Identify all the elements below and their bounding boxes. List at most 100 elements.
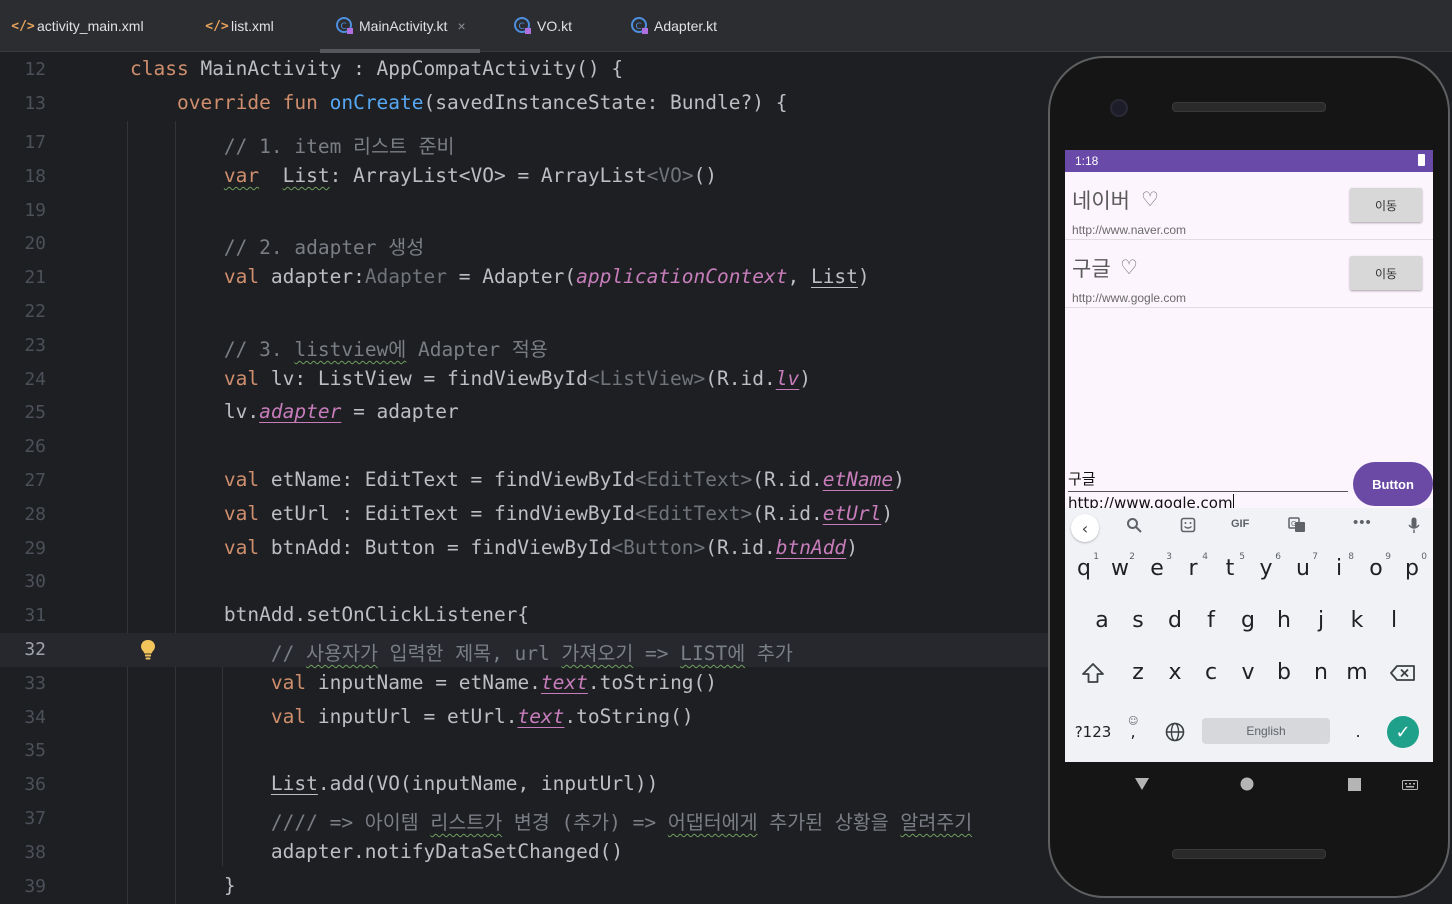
key-o[interactable]: o9 [1359, 547, 1393, 591]
key-a[interactable]: a [1085, 599, 1119, 643]
key-v[interactable]: v [1231, 651, 1265, 695]
heart-icon[interactable]: ♡ [1141, 187, 1159, 211]
line-number[interactable]: 32 [0, 639, 46, 660]
globe-icon[interactable] [1158, 710, 1192, 754]
code-line[interactable]: 37 //// => 아이템 리스트가 변경 (추가) => 어댑터에게 추가된… [0, 802, 1048, 836]
code-line[interactable]: 22 [0, 295, 1048, 329]
line-number[interactable]: 33 [0, 673, 46, 694]
check-icon[interactable]: ✓ [1387, 716, 1419, 748]
code-line[interactable]: 31 btnAdd.setOnClickListener{ [0, 599, 1048, 633]
period-key[interactable]: . [1341, 710, 1375, 754]
space-bar[interactable]: English [1202, 718, 1330, 744]
code-line[interactable]: 24 val lv: ListView = findViewById<ListV… [0, 363, 1048, 397]
tab-list-xml[interactable]: </> list.xml [205, 0, 274, 52]
line-number[interactable]: 25 [0, 402, 46, 423]
code-line[interactable]: 35 [0, 734, 1048, 768]
code-line[interactable]: 12 class MainActivity : AppCompatActivity… [0, 53, 1048, 87]
line-number[interactable]: 29 [0, 538, 46, 559]
heart-icon[interactable]: ♡ [1120, 255, 1138, 279]
code-line[interactable]: 26 [0, 430, 1048, 464]
code-line[interactable]: 33 val inputName = etName.text.toString(… [0, 667, 1048, 701]
key-y[interactable]: y6 [1249, 547, 1283, 591]
key-p[interactable]: p0 [1395, 547, 1429, 591]
line-number[interactable]: 36 [0, 774, 46, 795]
line-number[interactable]: 34 [0, 707, 46, 728]
key-t[interactable]: t5 [1213, 547, 1247, 591]
key-b[interactable]: b [1267, 651, 1301, 695]
keyboard-switch-icon[interactable] [1402, 780, 1418, 790]
symbols-key[interactable]: ?123 [1071, 710, 1115, 754]
code-line[interactable]: 19 [0, 194, 1048, 228]
microphone-icon[interactable] [1408, 517, 1420, 534]
code-line[interactable]: 23 // 3. listview에 Adapter 적용 [0, 329, 1048, 363]
line-number[interactable]: 28 [0, 504, 46, 525]
tab-mainactivity-kt[interactable]: C MainActivity.kt × [320, 0, 480, 53]
line-number[interactable]: 17 [0, 132, 46, 153]
move-button[interactable]: 이동 [1350, 256, 1422, 290]
code-line[interactable]: 36 List.add(VO(inputName, inputUrl)) [0, 768, 1048, 802]
search-icon[interactable] [1126, 517, 1142, 533]
key-s[interactable]: s [1121, 599, 1155, 643]
line-number[interactable]: 38 [0, 842, 46, 863]
key-x[interactable]: x [1158, 651, 1192, 695]
line-number[interactable]: 19 [0, 200, 46, 221]
more-icon[interactable]: ••• [1353, 514, 1372, 531]
key-i[interactable]: i8 [1322, 547, 1356, 591]
back-triangle-icon[interactable] [1134, 777, 1150, 791]
line-number[interactable]: 23 [0, 335, 46, 356]
line-number[interactable]: 24 [0, 369, 46, 390]
key-r[interactable]: r4 [1176, 547, 1210, 591]
sticker-icon[interactable] [1180, 517, 1196, 533]
code-line[interactable]: 34 val inputUrl = etUrl.text.toString() [0, 701, 1048, 735]
translate-icon[interactable]: G [1288, 517, 1306, 533]
key-n[interactable]: n [1304, 651, 1338, 695]
key-w[interactable]: w2 [1103, 547, 1137, 591]
list-item[interactable]: 구글 ♡ http://www.gogle.com 이동 [1065, 240, 1433, 308]
line-number[interactable]: 37 [0, 808, 46, 829]
add-button[interactable]: Button [1353, 462, 1433, 506]
key-u[interactable]: u7 [1286, 547, 1320, 591]
key-g[interactable]: g [1231, 599, 1265, 643]
tab-adapter-kt[interactable]: C Adapter.kt [631, 0, 717, 52]
recents-square-icon[interactable] [1348, 778, 1361, 791]
code-line[interactable]: 30 [0, 565, 1048, 599]
close-icon[interactable]: × [457, 18, 465, 34]
code-line[interactable]: 21 val adapter:Adapter = Adapter(applica… [0, 261, 1048, 295]
backspace-icon[interactable] [1386, 651, 1420, 695]
code-line[interactable]: 18 var List: ArrayList<VO> = ArrayList<V… [0, 160, 1048, 194]
line-number[interactable]: 18 [0, 166, 46, 187]
key-m[interactable]: m [1340, 651, 1374, 695]
code-line[interactable]: 25 lv.adapter = adapter [0, 396, 1048, 430]
shift-icon[interactable] [1076, 651, 1110, 695]
list-item[interactable]: 네이버 ♡ http://www.naver.com 이동 [1065, 172, 1433, 240]
lightbulb-icon[interactable] [140, 639, 156, 661]
key-l[interactable]: l [1377, 599, 1411, 643]
line-number[interactable]: 39 [0, 876, 46, 897]
name-input[interactable]: 구글 [1068, 468, 1348, 492]
code-line[interactable]: 20 // 2. adapter 생성 [0, 227, 1048, 261]
key-j[interactable]: j [1304, 599, 1338, 643]
code-line[interactable]: 28 val etUrl : EditText = findViewById<E… [0, 498, 1048, 532]
line-number[interactable]: 22 [0, 301, 46, 322]
code-line[interactable]: 29 val btnAdd: Button = findViewById<But… [0, 532, 1048, 566]
key-h[interactable]: h [1267, 599, 1301, 643]
code-line[interactable]: 39 } [0, 870, 1048, 904]
tab-vo-kt[interactable]: C VO.kt [514, 0, 572, 52]
home-circle-icon[interactable] [1240, 777, 1254, 791]
line-number[interactable]: 21 [0, 267, 46, 288]
emoji-comma-key[interactable]: ☺, [1121, 710, 1145, 754]
tab-activity-main-xml[interactable]: </> activity_main.xml [11, 0, 143, 52]
key-c[interactable]: c [1194, 651, 1228, 695]
code-line[interactable]: 32 // 사용자가 입력한 제목, url 가져오기 => LIST에 추가 [0, 633, 1048, 667]
code-line[interactable]: 17 // 1. item 리스트 준비 [0, 126, 1048, 160]
line-number[interactable]: 30 [0, 571, 46, 592]
key-d[interactable]: d [1158, 599, 1192, 643]
line-number[interactable]: 31 [0, 605, 46, 626]
code-editor[interactable]: 12 class MainActivity : AppCompatActivity… [0, 53, 1048, 904]
move-button[interactable]: 이동 [1350, 188, 1422, 222]
gif-button[interactable]: GIF [1231, 518, 1249, 530]
key-k[interactable]: k [1340, 599, 1374, 643]
code-line[interactable]: 38 adapter.notifyDataSetChanged() [0, 836, 1048, 870]
key-z[interactable]: z [1121, 651, 1155, 695]
line-number[interactable]: 27 [0, 470, 46, 491]
